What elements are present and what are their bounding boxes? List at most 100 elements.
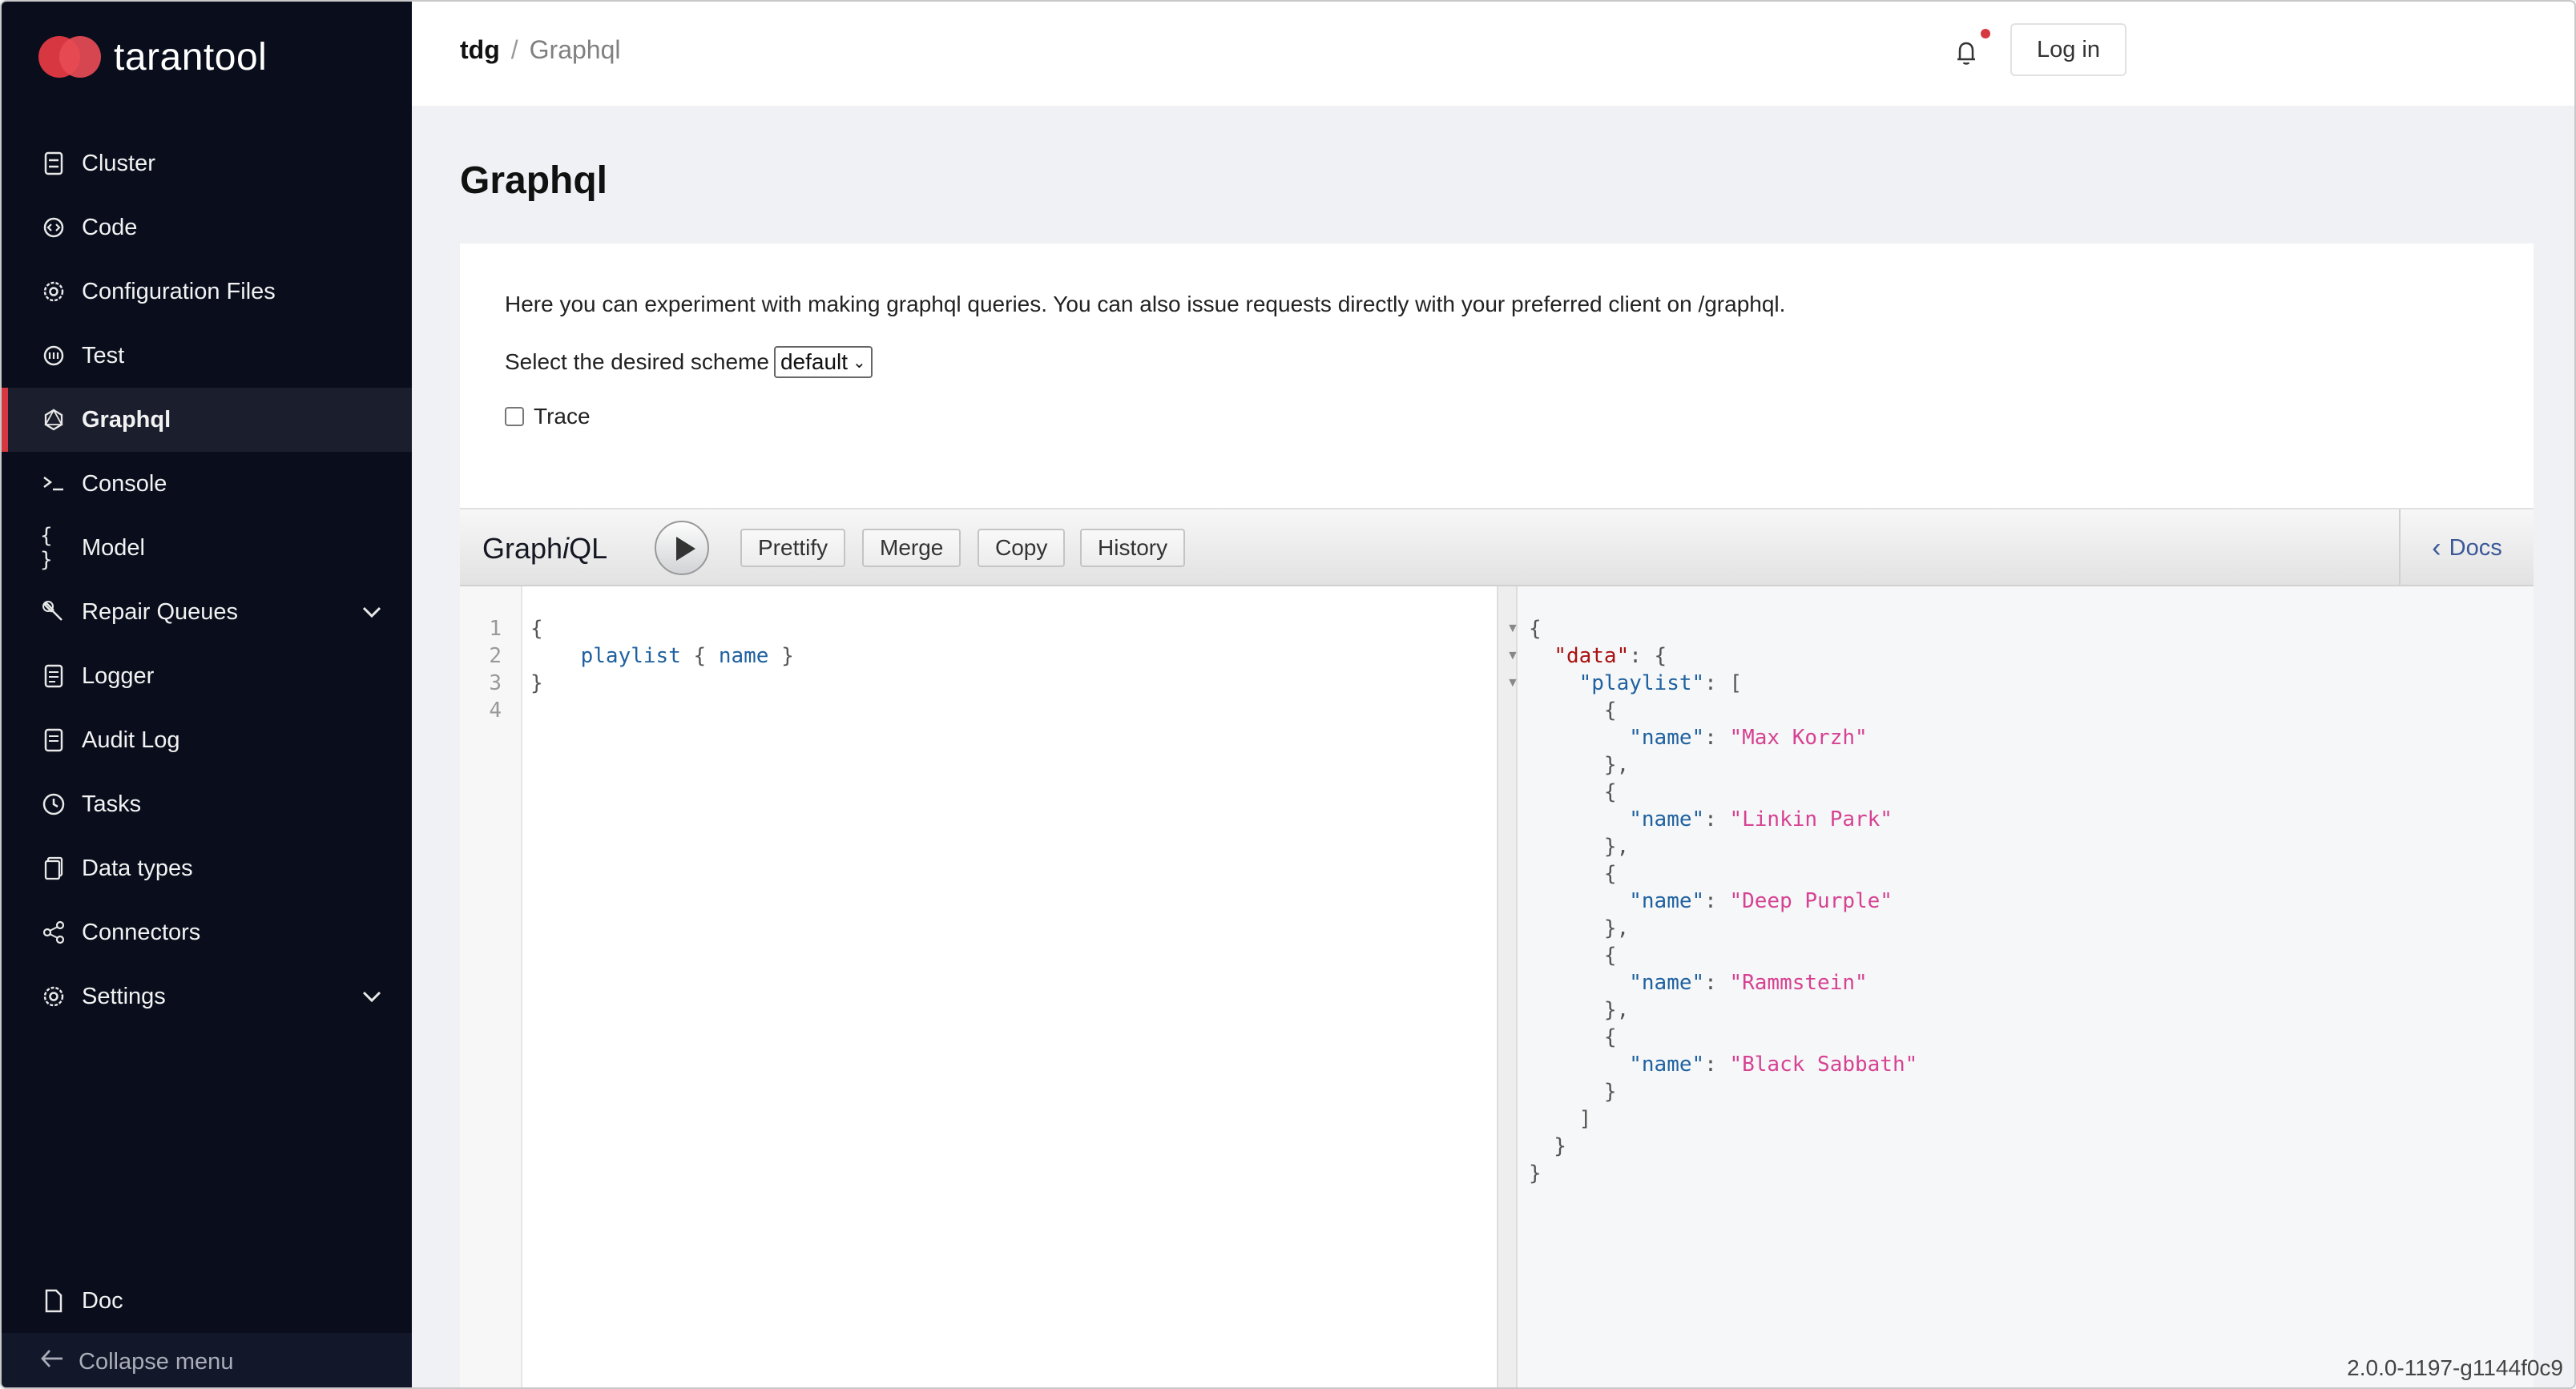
line-number-gutter: 1 2 3 4: [460, 586, 522, 1387]
sidebar-item-label: Test: [82, 342, 125, 368]
query-line: {: [530, 617, 543, 641]
document-icon: [40, 1287, 67, 1315]
result-line: {: [1529, 944, 1617, 968]
sidebar-doc-section: Doc: [2, 1269, 412, 1333]
settings-icon: [40, 983, 67, 1010]
tarantool-logo-icon: [38, 33, 101, 81]
editor-drag-bar[interactable]: [1497, 586, 1518, 1387]
sidebar-item-data-types[interactable]: Data types: [2, 836, 412, 900]
sidebar-item-graphql[interactable]: Graphql: [2, 388, 412, 452]
sidebar-item-cluster[interactable]: Cluster: [2, 131, 412, 195]
log-in-button[interactable]: Log in: [2010, 23, 2127, 76]
test-icon: [40, 342, 67, 369]
sidebar-item-label: Audit Log: [82, 727, 180, 753]
result-line: {: [1529, 1025, 1617, 1049]
braces-icon: { }: [40, 524, 53, 572]
scheme-select[interactable]: default ⌄: [773, 346, 873, 378]
sidebar-item-configuration-files[interactable]: Configuration Files: [2, 260, 412, 324]
share-icon: [40, 919, 67, 946]
arrow-left-icon: [40, 1348, 64, 1375]
result-line: "data": {: [1554, 644, 1667, 668]
datatypes-icon: [40, 855, 67, 882]
sidebar-item-label: Code: [82, 214, 138, 240]
result-line: "playlist": [: [1578, 671, 1743, 695]
version-label: 2.0.0-1197-g1144f0c9: [2347, 1355, 2563, 1380]
collapse-menu-label: Collapse menu: [79, 1348, 234, 1375]
sidebar-item-label: Console: [82, 470, 167, 497]
query-editor[interactable]: 1 2 3 4 { playlist { name } }: [460, 586, 1497, 1387]
breadcrumb-separator: /: [510, 35, 518, 64]
execute-query-play-icon[interactable]: [655, 521, 709, 575]
history-button[interactable]: History: [1080, 529, 1186, 567]
result-line: "name": "Linkin Park": [1629, 807, 1893, 831]
sidebar-item-audit-log[interactable]: Audit Log: [2, 708, 412, 772]
prettify-button[interactable]: Prettify: [740, 529, 846, 567]
sidebar-item-model[interactable]: { } Model: [2, 516, 412, 580]
code-icon: [40, 214, 67, 241]
sidebar-item-connectors[interactable]: Connectors: [2, 900, 412, 964]
sidebar-item-label: Cluster: [82, 150, 155, 176]
graphiql-panel: GraphiQL Prettify Merge Copy History ‹ D…: [460, 508, 2534, 1387]
app-window: tarantool Cluster Code Configuration Fil…: [0, 0, 2576, 1389]
trace-checkbox[interactable]: [505, 407, 524, 426]
result-line: }: [1529, 1134, 1566, 1158]
sidebar-item-label: Settings: [82, 983, 166, 1009]
docs-button[interactable]: ‹ Docs: [2399, 509, 2534, 586]
sidebar-item-tasks[interactable]: Tasks: [2, 772, 412, 836]
query-line: playlist { name }: [580, 644, 794, 668]
sidebar-item-label: Model: [82, 534, 145, 561]
sidebar-item-label: Logger: [82, 662, 155, 689]
result-line: "name": "Deep Purple": [1629, 889, 1893, 913]
sidebar-item-label: Configuration Files: [82, 278, 276, 304]
notifications-bell-icon[interactable]: [1950, 37, 1982, 69]
graphql-icon: [40, 406, 67, 433]
graphql-card: Here you can experiment with making grap…: [460, 244, 2534, 1387]
sidebar-item-settings[interactable]: Settings: [2, 964, 412, 1029]
result-line: },: [1529, 753, 1630, 777]
sidebar-item-label: Repair Queues: [82, 598, 239, 625]
sidebar-nav: Cluster Code Configuration Files Test Gr…: [2, 131, 412, 1029]
scheme-row: Select the desired scheme default ⌄: [505, 346, 873, 378]
line-number: 2: [489, 644, 502, 668]
sidebar-item-label: Connectors: [82, 919, 201, 945]
breadcrumb: tdg / Graphql: [460, 35, 620, 65]
line-number: 1: [489, 617, 502, 641]
result-line: }: [1529, 1080, 1617, 1104]
intro-text: Here you can experiment with making grap…: [505, 292, 1786, 316]
chevron-down-icon[interactable]: [359, 984, 385, 1009]
wrench-icon: [40, 598, 67, 626]
result-line: {: [1529, 780, 1617, 804]
query-line: }: [530, 671, 543, 695]
logo[interactable]: tarantool: [38, 29, 267, 85]
sidebar-item-console[interactable]: Console: [2, 452, 412, 516]
result-line: }: [1529, 1162, 1542, 1186]
collapse-menu-button[interactable]: Collapse menu: [2, 1333, 412, 1387]
breadcrumb-app[interactable]: tdg: [460, 35, 500, 65]
trace-option[interactable]: Trace: [505, 404, 591, 429]
sidebar-item-logger[interactable]: Logger: [2, 644, 412, 708]
clock-icon: [40, 791, 67, 818]
sidebar-item-test[interactable]: Test: [2, 324, 412, 388]
copy-button[interactable]: Copy: [978, 529, 1066, 567]
logo-text: tarantool: [114, 35, 268, 79]
sidebar-item-code[interactable]: Code: [2, 195, 412, 260]
server-icon: [40, 150, 67, 177]
chevron-down-icon[interactable]: [359, 599, 385, 625]
notification-badge: [1981, 29, 1990, 38]
result-line: "name": "Rammstein": [1629, 971, 1868, 995]
chevron-left-icon: ‹: [2432, 532, 2441, 563]
result-viewer: { "data": { "playlist": [ { "name": "Max…: [1518, 586, 2534, 1387]
graphiql-toolbar: GraphiQL Prettify Merge Copy History ‹ D…: [460, 509, 2534, 586]
audit-icon: [40, 727, 67, 754]
result-line: },: [1529, 835, 1630, 859]
sidebar-item-repair-queues[interactable]: Repair Queues: [2, 580, 412, 644]
scheme-select-value: default: [780, 349, 849, 374]
result-line: "name": "Max Korzh": [1629, 726, 1868, 750]
merge-button[interactable]: Merge: [862, 529, 961, 567]
page-title: Graphql: [460, 159, 608, 202]
result-line: "name": "Black Sabbath": [1629, 1053, 1918, 1077]
sidebar-item-doc[interactable]: Doc: [2, 1269, 412, 1333]
result-line: {: [1529, 699, 1617, 723]
sidebar-item-label: Data types: [82, 855, 193, 881]
result-line: ]: [1529, 1107, 1592, 1131]
